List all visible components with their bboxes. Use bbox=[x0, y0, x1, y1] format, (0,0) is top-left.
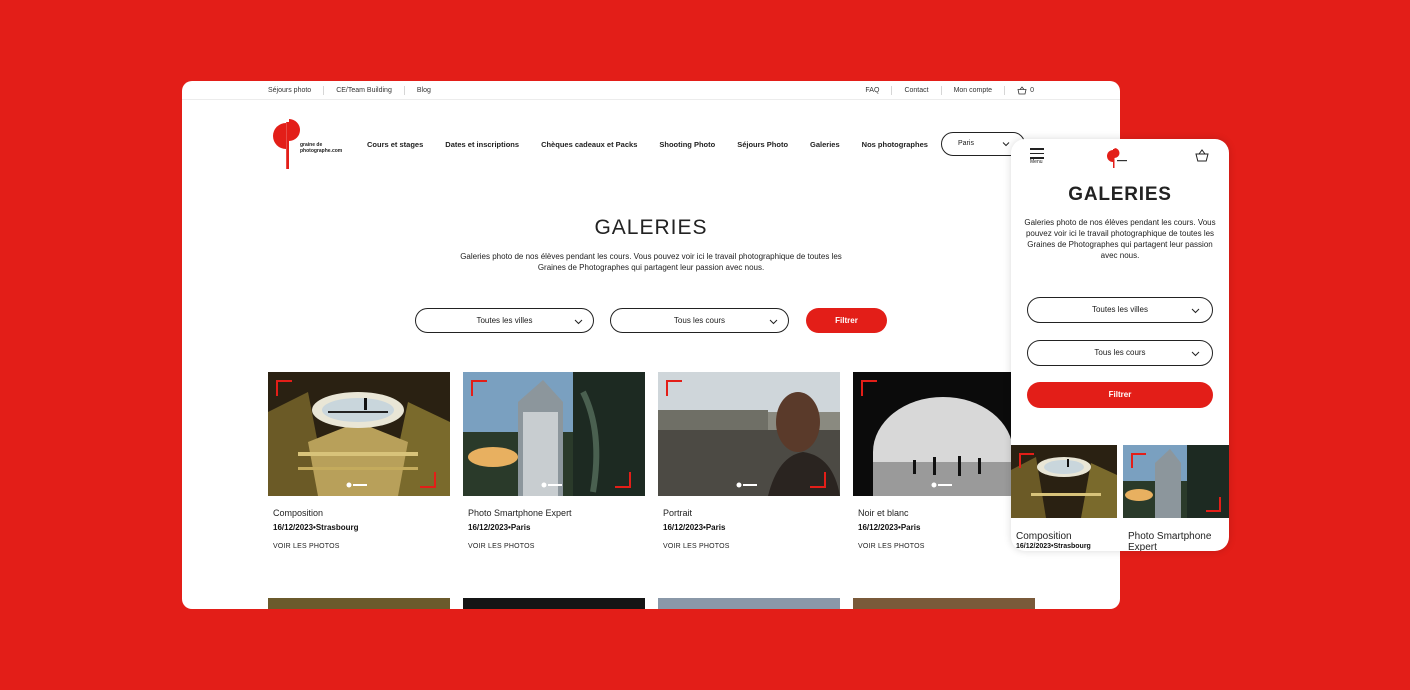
top-utility-bar: Séjours photo CE/Team Building Blog FAQ … bbox=[182, 81, 1120, 100]
gallery-title: Composition bbox=[1016, 531, 1072, 542]
course-filter-value: Tous les cours bbox=[673, 316, 726, 325]
main-nav: Cours et stages Dates et inscriptions Ch… bbox=[367, 140, 950, 149]
cart-link[interactable]: 0 bbox=[1004, 86, 1034, 95]
gallery-thumbnail-peek[interactable] bbox=[463, 598, 645, 609]
course-filter-select[interactable]: Tous les cours bbox=[1027, 340, 1213, 366]
gallery-card[interactable]: Photo Smartphone Expert 16/12/2023•Paris… bbox=[463, 372, 645, 550]
top-link-account[interactable]: Mon compte bbox=[940, 86, 1005, 95]
nav-sejours-photo[interactable]: Séjours Photo bbox=[737, 140, 788, 149]
city-filter-value: Toutes les villes bbox=[476, 316, 533, 325]
city-select-value: Paris bbox=[958, 140, 974, 147]
nav-photographes[interactable]: Nos photographes bbox=[862, 140, 928, 149]
chevron-down-icon bbox=[1191, 351, 1200, 357]
top-link-team-building[interactable]: CE/Team Building bbox=[323, 86, 404, 95]
cart-count: 0 bbox=[1030, 87, 1034, 94]
course-filter-value: Tous les cours bbox=[1094, 348, 1146, 357]
page-title: GALERIES bbox=[594, 216, 708, 239]
nav-cheques-cadeaux[interactable]: Chèques cadeaux et Packs bbox=[541, 140, 637, 149]
chevron-down-icon bbox=[769, 319, 778, 325]
gallery-card[interactable]: Composition 16/12/2023•Strasbourg bbox=[1011, 445, 1117, 550]
page-description: Galeries photo de nos élèves pendant les… bbox=[460, 252, 842, 272]
course-filter-select[interactable]: Tous les cours bbox=[610, 308, 789, 333]
gallery-date: 16/12/2023•Paris bbox=[663, 523, 726, 532]
frame-corner bbox=[276, 380, 292, 396]
gallery-card[interactable]: Photo Smartphone Expert bbox=[1123, 445, 1229, 551]
page-title: GALERIES bbox=[1068, 184, 1172, 205]
gallery-date: 16/12/2023•Strasbourg bbox=[1016, 543, 1091, 550]
gallery-thumbnail[interactable] bbox=[268, 372, 450, 496]
frame-corner bbox=[861, 380, 877, 396]
gallery-date: 16/12/2023•Paris bbox=[858, 523, 921, 532]
basket-icon bbox=[1017, 86, 1027, 95]
city-filter-select[interactable]: Toutes les villes bbox=[1027, 297, 1213, 323]
top-link-sejours[interactable]: Séjours photo bbox=[268, 86, 323, 95]
desktop-window: Séjours photo CE/Team Building Blog FAQ … bbox=[182, 81, 1120, 609]
gallery-thumbnail[interactable] bbox=[658, 372, 840, 496]
gallery-thumbnail-peek[interactable] bbox=[853, 598, 1035, 609]
view-photos-link[interactable]: VOIR LES PHOTOS bbox=[658, 543, 840, 550]
nav-shooting-photo[interactable]: Shooting Photo bbox=[659, 140, 715, 149]
gallery-title: Composition bbox=[273, 508, 324, 518]
frame-corner bbox=[1019, 453, 1034, 468]
frame-corner bbox=[615, 472, 631, 488]
watermark-logo bbox=[931, 482, 952, 488]
gallery-date: 16/12/2023•Strasbourg bbox=[273, 523, 359, 532]
mobile-window: Menu GALERIES Galeries photo de nos élèv… bbox=[1011, 139, 1229, 551]
view-photos-link[interactable]: VOIR LES PHOTOS bbox=[463, 543, 645, 550]
frame-corner bbox=[666, 380, 682, 396]
city-filter-value: Toutes les villes bbox=[1091, 305, 1149, 314]
top-left-links: Séjours photo CE/Team Building Blog bbox=[268, 86, 443, 95]
gallery-title: Noir et blanc bbox=[858, 508, 909, 518]
watermark-logo bbox=[541, 482, 562, 488]
chevron-down-icon bbox=[1191, 308, 1200, 314]
city-filter-select[interactable]: Toutes les villes bbox=[415, 308, 594, 333]
top-right-links: FAQ Contact Mon compte 0 bbox=[853, 86, 1034, 95]
frame-corner bbox=[471, 380, 487, 396]
gallery-card[interactable]: Composition 16/12/2023•Strasbourg VOIR L… bbox=[268, 372, 450, 550]
page-description: Galeries photo de nos élèves pendant les… bbox=[1024, 218, 1216, 260]
frame-corner bbox=[1206, 497, 1221, 512]
chevron-down-icon bbox=[574, 319, 583, 325]
basket-icon[interactable] bbox=[1195, 149, 1209, 162]
nav-dates-inscriptions[interactable]: Dates et inscriptions bbox=[445, 140, 519, 149]
gallery-title: Photo Smartphone Expert bbox=[468, 508, 572, 518]
frame-corner bbox=[1131, 453, 1146, 468]
frame-corner bbox=[420, 472, 436, 488]
top-link-blog[interactable]: Blog bbox=[403, 86, 443, 95]
top-link-contact[interactable]: Contact bbox=[891, 86, 940, 95]
top-link-faq[interactable]: FAQ bbox=[853, 86, 891, 95]
gallery-title: Portrait bbox=[663, 508, 693, 518]
photo-image bbox=[853, 372, 1035, 496]
watermark-logo bbox=[736, 482, 757, 488]
gallery-thumbnail[interactable] bbox=[463, 372, 645, 496]
gallery-thumbnail[interactable] bbox=[1011, 445, 1117, 518]
gallery-date: 16/12/2023•Paris bbox=[468, 523, 531, 532]
view-photos-link[interactable]: VOIR LES PHOTOS bbox=[268, 543, 450, 550]
filter-button[interactable]: Filtrer bbox=[1027, 382, 1213, 408]
gallery-card[interactable]: Noir et blanc 16/12/2023•Paris VOIR LES … bbox=[853, 372, 1035, 550]
filter-button[interactable]: Filtrer bbox=[806, 308, 887, 333]
gallery-thumbnail[interactable] bbox=[853, 372, 1035, 496]
view-photos-link[interactable]: VOIR LES PHOTOS bbox=[853, 543, 1035, 550]
brand-logo-text: graine de photographe.com bbox=[300, 142, 343, 154]
gallery-thumbnail[interactable] bbox=[1123, 445, 1229, 518]
nav-cours-stages[interactable]: Cours et stages bbox=[367, 140, 423, 149]
nav-galeries[interactable]: Galeries bbox=[810, 140, 840, 149]
chevron-down-icon bbox=[1002, 142, 1010, 147]
menu-label[interactable]: Menu bbox=[1030, 159, 1043, 165]
watermark-logo bbox=[346, 482, 367, 488]
gallery-title: Photo Smartphone Expert bbox=[1128, 531, 1212, 551]
gallery-card[interactable]: Portrait 16/12/2023•Paris VOIR LES PHOTO… bbox=[658, 372, 840, 550]
brand-logo[interactable] bbox=[1105, 148, 1135, 168]
gallery-thumbnail-peek[interactable] bbox=[268, 598, 450, 609]
frame-corner bbox=[810, 472, 826, 488]
gallery-thumbnail-peek[interactable] bbox=[658, 598, 840, 609]
